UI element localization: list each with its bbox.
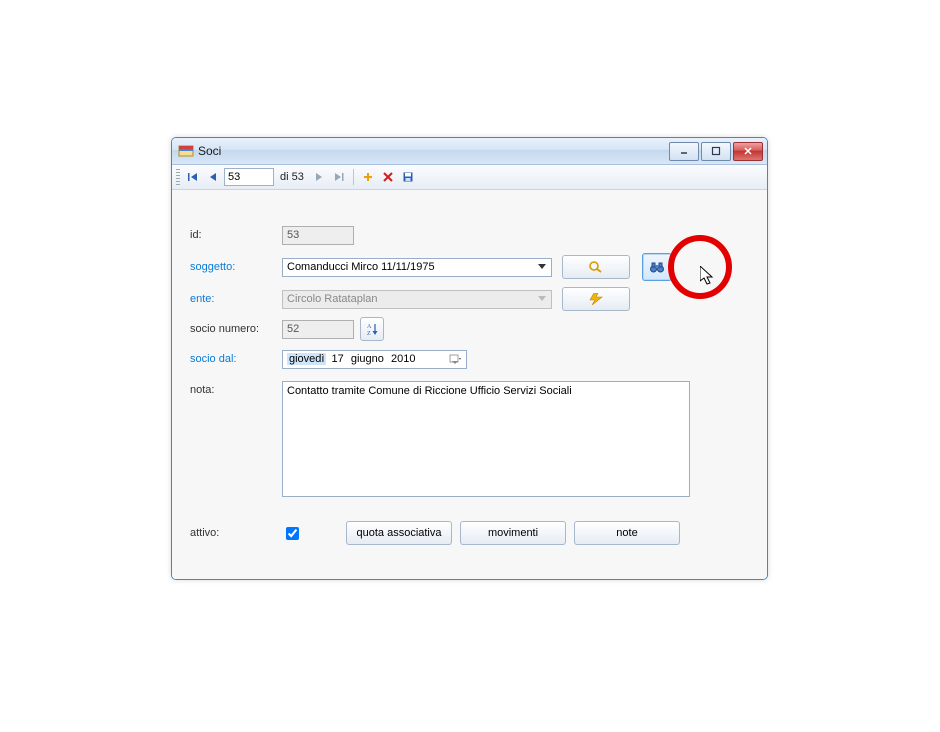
date-parts: giovedì 17 giugno 2010 (287, 353, 417, 365)
svg-text:A: A (367, 324, 372, 330)
nav-delete-button[interactable] (379, 168, 397, 186)
note-button[interactable]: note (574, 521, 680, 545)
label-id: id: (190, 229, 282, 241)
close-button[interactable] (733, 142, 763, 161)
nav-next-button[interactable] (310, 168, 328, 186)
toolbar-separator (353, 169, 354, 185)
date-year: 2010 (389, 353, 417, 365)
label-socio-numero: socio numero: (190, 323, 282, 335)
binding-navigator: di 53 (172, 165, 767, 190)
sort-icon: A Z (365, 322, 379, 336)
nav-last-button[interactable] (330, 168, 348, 186)
nav-save-button[interactable] (399, 168, 417, 186)
calendar-dropdown-icon (448, 353, 462, 365)
lightning-icon (588, 293, 604, 305)
find-binoculars-button[interactable] (642, 253, 672, 281)
search-soggetto-button[interactable] (562, 255, 630, 279)
label-nota: nota: (190, 381, 282, 396)
quota-associativa-button[interactable]: quota associativa (346, 521, 452, 545)
svg-text:Z: Z (367, 331, 371, 336)
movimenti-button[interactable]: movimenti (460, 521, 566, 545)
nav-prev-button[interactable] (204, 168, 222, 186)
form-area: id: soggetto: Comanducci Mirco 11/11/197… (172, 190, 767, 579)
nav-add-button[interactable] (359, 168, 377, 186)
window-soci: Soci di 53 (171, 137, 768, 580)
label-socio-dal: socio dal: (190, 353, 282, 365)
soggetto-value: Comanducci Mirco 11/11/1975 (287, 261, 435, 273)
date-weekday: giovedì (287, 353, 326, 365)
socio-numero-field (282, 320, 354, 339)
attivo-checkbox[interactable] (286, 527, 299, 540)
date-day: 17 (330, 353, 346, 365)
chevron-down-icon (537, 293, 547, 305)
label-attivo: attivo: (190, 527, 282, 539)
magnifier-icon (588, 260, 604, 274)
app-icon (178, 143, 194, 159)
maximize-button[interactable] (701, 142, 731, 161)
titlebar: Soci (172, 138, 767, 165)
socio-dal-datepicker[interactable]: giovedì 17 giugno 2010 (282, 350, 467, 369)
nav-count-label: di 53 (276, 171, 308, 183)
date-month: giugno (349, 353, 386, 365)
nav-first-button[interactable] (184, 168, 202, 186)
nav-position-input[interactable] (224, 168, 274, 186)
nota-textarea[interactable] (282, 381, 690, 497)
ente-combo: Circolo Ratataplan (282, 290, 552, 309)
chevron-down-icon (537, 261, 547, 273)
sort-az-button[interactable]: A Z (360, 317, 384, 341)
minimize-button[interactable] (669, 142, 699, 161)
window-controls (669, 142, 763, 161)
label-soggetto: soggetto: (190, 261, 282, 273)
binoculars-icon (649, 260, 665, 274)
window-title: Soci (198, 144, 669, 158)
ente-action-button[interactable] (562, 287, 630, 311)
id-field (282, 226, 354, 245)
label-ente: ente: (190, 293, 282, 305)
ente-value: Circolo Ratataplan (287, 293, 378, 305)
soggetto-combo[interactable]: Comanducci Mirco 11/11/1975 (282, 258, 552, 277)
toolbar-grip[interactable] (176, 169, 180, 185)
